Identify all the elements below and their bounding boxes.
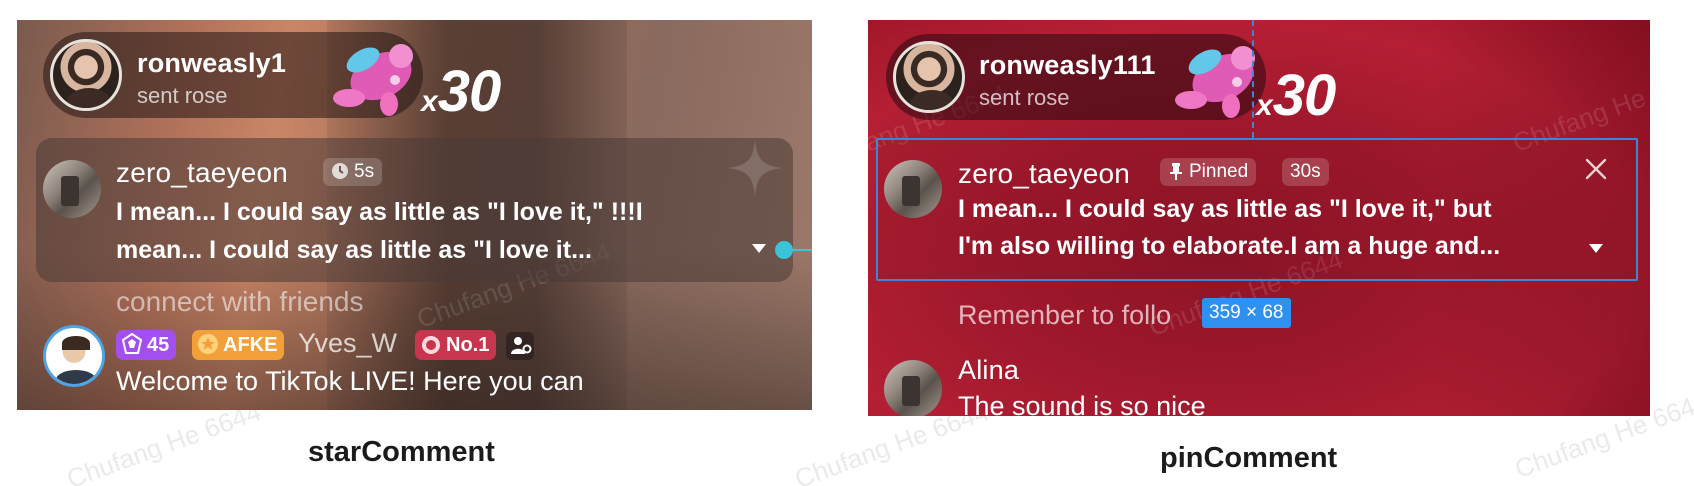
viewer-avatar[interactable] (884, 360, 942, 416)
close-icon[interactable] (1584, 157, 1608, 181)
commenter-avatar[interactable] (884, 160, 942, 218)
welcome-message: Welcome to TikTok LIVE! Here you can (116, 366, 584, 396)
expand-caret-icon[interactable] (1589, 244, 1603, 253)
time-chip: 5s (323, 158, 383, 186)
expand-caret-icon[interactable] (752, 244, 766, 253)
gifter-avatar[interactable] (893, 41, 965, 113)
sparkle-icon (727, 140, 783, 196)
gifter-avatar[interactable] (50, 39, 122, 111)
star-comment-caption: starComment (308, 436, 495, 468)
pinned-chip: Pinned (1160, 158, 1257, 186)
pin-comment-preview: Chufang He 6644 Chufang He 6644 Chufang … (868, 20, 1650, 416)
level-badge: 45 (116, 330, 177, 360)
star-badge-icon (198, 334, 218, 354)
comment-text-line: I'm also willing to elaborate.I am a hug… (958, 232, 1501, 260)
viewer-avatar[interactable] (43, 325, 105, 387)
viewer-username[interactable]: Yves_W (298, 328, 397, 359)
time-chip: 30s (1282, 158, 1329, 186)
connector-line (793, 249, 812, 251)
faded-comment-text: connect with friends (116, 286, 364, 317)
pin-icon (1170, 163, 1182, 180)
gift-action-text: sent rose (137, 83, 228, 108)
comment-text-line: I mean... I could say as little as "I lo… (958, 195, 1492, 223)
subscriber-icon (506, 332, 534, 360)
level-gem-icon (121, 332, 143, 354)
gift-action-text: sent rose (979, 85, 1070, 110)
dimension-tag: 359 × 68 (1202, 298, 1291, 328)
commenter-avatar[interactable] (43, 160, 101, 218)
commenter-username[interactable]: zero_taeyeon (958, 158, 1130, 190)
gift-count: x30 (1256, 63, 1336, 128)
medal-icon (422, 336, 440, 354)
commenter-username[interactable]: zero_taeyeon (116, 157, 288, 189)
faded-comment-text: Remenber to follo (958, 300, 1172, 330)
rose-gift-icon (333, 44, 413, 116)
clock-icon (332, 163, 348, 179)
gifter-username: ronweasly111 (979, 50, 1156, 80)
gift-count: x30 (421, 59, 501, 124)
fan-club-badge: AFKE (192, 330, 285, 360)
viewer-username[interactable]: Alina (958, 355, 1019, 386)
viewer-comment-text: The sound is so nice (958, 391, 1206, 416)
comment-text-line: I mean... I could say as little as "I lo… (116, 198, 643, 226)
star-comment-preview: Chufang He 6644 ronweasly1 sent rose x30… (17, 20, 812, 410)
rank-badge: No.1 (415, 330, 497, 360)
alignment-guide (1252, 20, 1254, 138)
comment-text-line: mean... I could say as little as "I love… (116, 236, 592, 264)
connector-handle[interactable] (775, 241, 793, 259)
pin-comment-caption: pinComment (1160, 442, 1338, 474)
gifter-username: ronweasly1 (137, 48, 287, 78)
